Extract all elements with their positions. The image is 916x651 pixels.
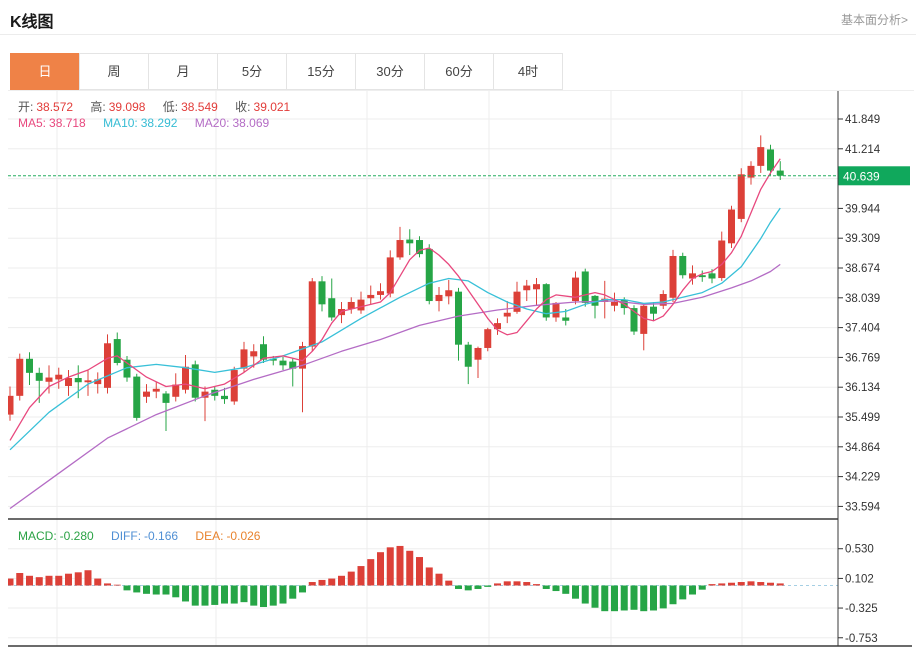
ma10-value: 38.292	[141, 116, 178, 130]
svg-text:39.309: 39.309	[845, 233, 880, 245]
page-title: K线图	[10, 8, 54, 32]
ma5-label: MA5:	[18, 116, 46, 130]
kline-chart-canvas[interactable]: 40.639 41.849 41.214 39.944 39.309 38.674 38.0…	[8, 91, 914, 650]
svg-text:38.039: 38.039	[845, 293, 880, 305]
tab-15分[interactable]: 15分	[286, 53, 356, 90]
close-value: 39.021	[254, 100, 291, 114]
svg-text:-0.753: -0.753	[845, 633, 878, 645]
tab-日[interactable]: 日	[10, 53, 80, 90]
svg-text:37.404: 37.404	[845, 323, 881, 335]
svg-text:38.674: 38.674	[845, 263, 881, 275]
fundamental-analysis-link[interactable]: 基本面分析>	[841, 11, 908, 28]
ma20-label: MA20:	[195, 116, 230, 130]
svg-text:35.499: 35.499	[845, 412, 880, 424]
close-label: 收:	[235, 100, 250, 114]
svg-text:34.229: 34.229	[845, 472, 880, 484]
macd-value: -0.280	[60, 529, 94, 543]
ma5-value: 38.718	[49, 116, 86, 130]
high-label: 高:	[90, 100, 105, 114]
open-value: 38.572	[36, 100, 73, 114]
svg-text:40.639: 40.639	[843, 169, 880, 183]
dea-label: DEA:	[195, 529, 223, 543]
svg-text:0.102: 0.102	[845, 573, 874, 585]
tab-4时[interactable]: 4时	[493, 53, 563, 90]
kline-page: { "header": { "title": "K线图", "link": "基…	[0, 0, 916, 651]
macd-readout: MACD:-0.280 DIFF:-0.166 DEA:-0.026	[18, 529, 263, 543]
widget-header: K线图 基本面分析>	[0, 0, 916, 35]
low-label: 低:	[163, 100, 178, 114]
tab-60分[interactable]: 60分	[424, 53, 494, 90]
svg-text:0.530: 0.530	[845, 544, 874, 556]
period-tabbar: 日周月5分15分30分60分4时	[10, 53, 563, 90]
diff-label: DIFF:	[111, 529, 141, 543]
diff-value: -0.166	[144, 529, 178, 543]
high-value: 39.098	[109, 100, 146, 114]
macd-label: MACD:	[18, 529, 57, 543]
svg-text:39.944: 39.944	[845, 203, 881, 215]
open-label: 开:	[18, 100, 33, 114]
svg-text:-0.325: -0.325	[845, 603, 878, 615]
svg-text:34.864: 34.864	[845, 442, 881, 454]
ma20-value: 38.069	[232, 116, 269, 130]
ma10-label: MA10:	[103, 116, 138, 130]
tab-周[interactable]: 周	[79, 53, 149, 90]
svg-text:33.594: 33.594	[845, 501, 881, 513]
ohlc-readout: 开:38.572 高: 39.098 低:38.549 收: 39.021	[18, 98, 293, 115]
svg-text:36.769: 36.769	[845, 352, 880, 364]
svg-text:36.134: 36.134	[845, 382, 881, 394]
tab-月[interactable]: 月	[148, 53, 218, 90]
ma-readout: MA5:38.718 MA10:38.292 MA20:38.069	[18, 116, 272, 130]
svg-text:41.849: 41.849	[845, 114, 880, 126]
tab-5分[interactable]: 5分	[217, 53, 287, 90]
chart-area: 40.639 41.849 41.214 39.944 39.309 38.674 38.0…	[8, 90, 914, 649]
tab-30分[interactable]: 30分	[355, 53, 425, 90]
svg-text:41.214: 41.214	[845, 144, 881, 156]
dea-value: -0.026	[226, 529, 260, 543]
low-value: 38.549	[181, 100, 218, 114]
